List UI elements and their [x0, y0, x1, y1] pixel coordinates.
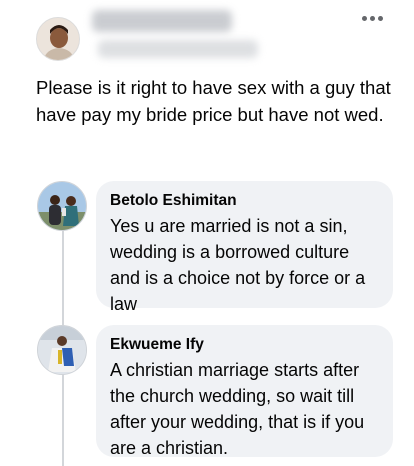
comment-text: Yes u are married is not a sin, wedding … — [110, 216, 366, 314]
post-author-avatar[interactable] — [36, 17, 80, 61]
comment-avatar-betolo-image — [38, 182, 86, 230]
comment-avatar-betolo[interactable] — [37, 181, 87, 231]
comment-avatar-ekwueme[interactable] — [37, 325, 87, 375]
comment-bubble-ekwueme: Ekwueme Ify A christian marriage starts … — [96, 325, 393, 458]
post-text: Please is it right to have sex with a gu… — [36, 77, 391, 125]
comment-text: A christian marriage starts after the ch… — [110, 360, 365, 458]
blurred-author-name — [92, 10, 232, 32]
comment-avatar-ekwueme-image — [38, 326, 86, 374]
post-author-avatar-image — [37, 18, 79, 60]
comment-author-name[interactable]: Ekwueme Ify — [110, 335, 379, 355]
post-header — [0, 0, 414, 70]
blurred-post-meta — [98, 40, 258, 58]
comment-author-name[interactable]: Betolo Eshimitan — [110, 191, 379, 211]
more-options-icon[interactable] — [356, 8, 388, 28]
comment-bubble-betolo: Betolo Eshimitan Yes u are married is no… — [96, 181, 393, 314]
